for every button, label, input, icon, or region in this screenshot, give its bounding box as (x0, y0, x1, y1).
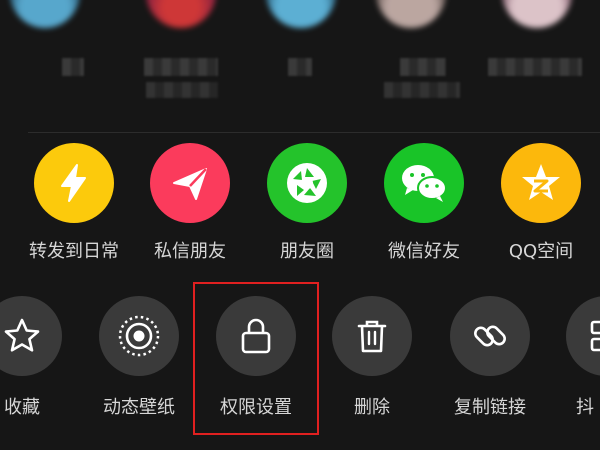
share-moments[interactable]: 朋友圈 (248, 143, 366, 273)
grid-icon (566, 296, 600, 376)
action-label: 复制链接 (454, 397, 526, 418)
action-copy-link[interactable]: 复制链接 (431, 296, 549, 426)
aperture-icon (267, 143, 347, 223)
contact-avatar (502, 0, 572, 28)
action-live-wallpaper[interactable]: 动态壁纸 (80, 296, 198, 426)
lightning-icon (34, 143, 114, 223)
contact-name-blurred (146, 82, 218, 98)
action-permission-settings[interactable]: 权限设置 (197, 296, 315, 426)
action-label: 删除 (354, 397, 390, 418)
trash-icon (332, 296, 412, 376)
star-icon (0, 296, 62, 376)
contact-name-blurred (62, 58, 84, 76)
action-label: 权限设置 (220, 397, 292, 418)
contact-item[interactable] (118, 0, 218, 120)
contact-name-blurred (144, 58, 218, 76)
action-douyin[interactable]: 抖 (547, 296, 600, 426)
qzone-star-icon (501, 143, 581, 223)
contact-item[interactable] (354, 0, 460, 120)
lock-icon (216, 296, 296, 376)
contact-avatar (10, 0, 80, 28)
contact-item[interactable] (0, 0, 90, 120)
share-wechat-friend[interactable]: 微信好友 (365, 143, 483, 273)
contact-name-blurred (488, 58, 582, 76)
share-qzone[interactable]: QQ空间 (482, 143, 600, 273)
contact-avatar (376, 0, 446, 28)
share-sheet: 转发到日常 私信朋友 朋友圈 微信好友 QQ空间 收藏 动态壁纸 权限设置 删除… (0, 0, 600, 450)
share-label: 转发到日常 (29, 241, 119, 262)
share-private-message[interactable]: 私信朋友 (131, 143, 249, 273)
action-favorite[interactable]: 收藏 (0, 296, 81, 426)
action-label: 动态壁纸 (103, 397, 175, 418)
wechat-icon (384, 143, 464, 223)
contact-avatar (146, 0, 216, 28)
contact-name-blurred (384, 82, 460, 98)
share-label: 微信好友 (388, 241, 460, 262)
paper-plane-icon (150, 143, 230, 223)
share-label: QQ空间 (508, 241, 574, 262)
contact-name-blurred (288, 58, 312, 76)
contact-name-blurred (400, 58, 446, 76)
section-divider (28, 132, 600, 133)
share-forward-daily[interactable]: 转发到日常 (15, 143, 133, 273)
share-label: 私信朋友 (154, 241, 226, 262)
contact-avatar (266, 0, 336, 28)
link-icon (450, 296, 530, 376)
contact-item[interactable] (236, 0, 336, 120)
action-label: 收藏 (4, 397, 40, 418)
action-label: 抖 (576, 397, 594, 418)
action-delete[interactable]: 删除 (313, 296, 431, 426)
live-wallpaper-icon (99, 296, 179, 376)
share-label: 朋友圈 (280, 241, 334, 262)
contact-item[interactable] (472, 0, 582, 120)
